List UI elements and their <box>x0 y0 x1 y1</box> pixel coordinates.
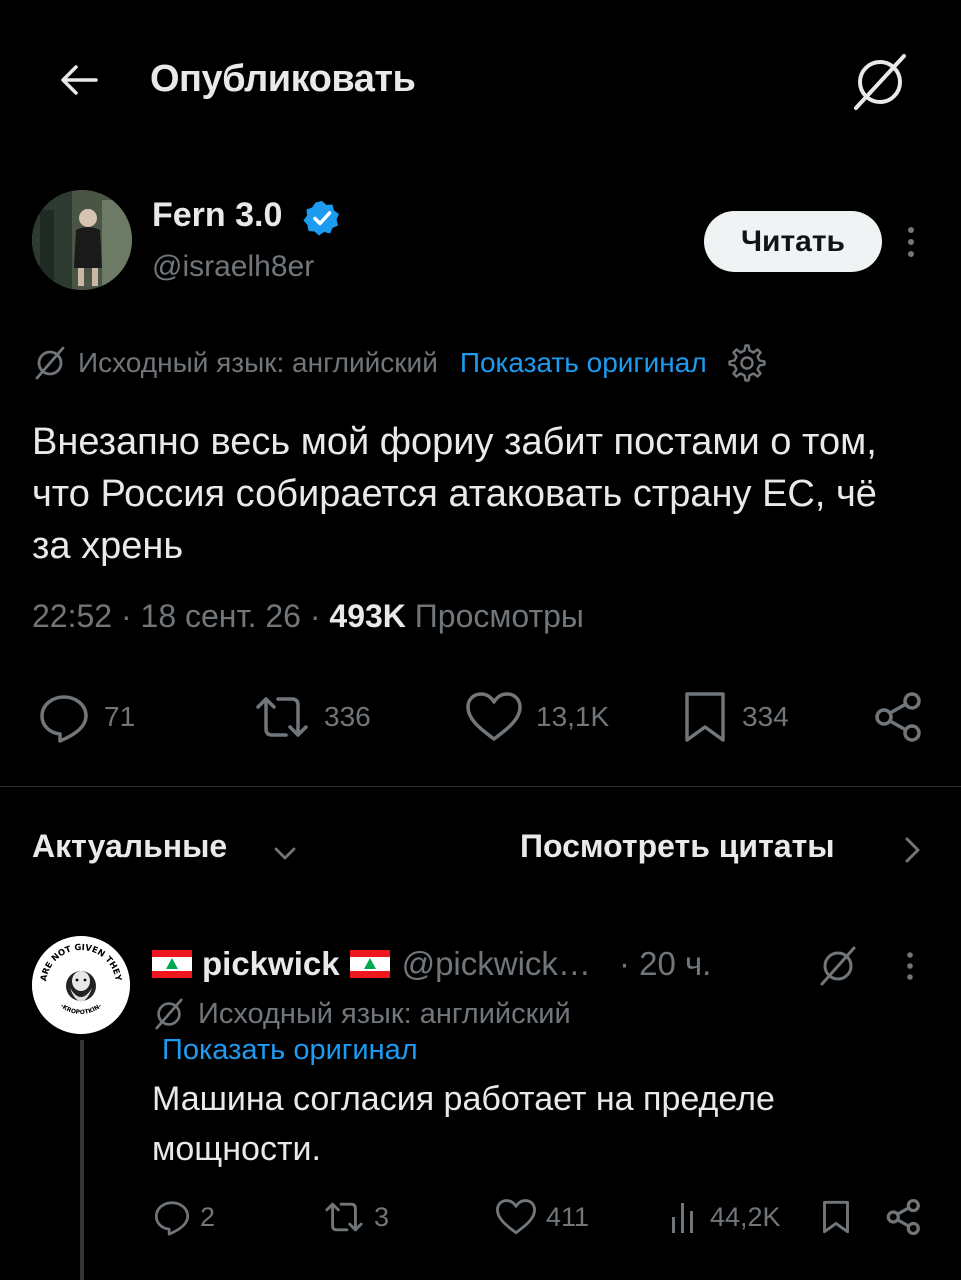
chevron-down-icon[interactable] <box>270 838 300 868</box>
reply-header: pickwick @pickwick… · 20 ч. <box>152 940 711 988</box>
reply-translation-bar: Исходный язык: английский <box>152 994 571 1034</box>
arrow-left-icon <box>61 65 98 95</box>
sort-dropdown[interactable]: Актуальные <box>32 828 227 865</box>
bookmark-button[interactable]: 334 <box>680 680 789 754</box>
reply-count: 71 <box>104 701 136 732</box>
share-icon <box>875 692 921 742</box>
comment-icon <box>154 1201 190 1236</box>
repost-icon <box>325 1202 363 1232</box>
translation-bar: Исходный язык: английский Показать ориги… <box>32 342 767 384</box>
page-title: Опубликовать <box>150 58 416 100</box>
gear-icon[interactable] <box>727 343 767 383</box>
reply-bookmark-button[interactable] <box>820 1192 852 1242</box>
more-vertical-icon <box>908 227 914 257</box>
repost-count: 336 <box>324 701 371 732</box>
grok-reply-button[interactable] <box>816 944 860 988</box>
reply-like-button[interactable]: 411 <box>494 1192 589 1242</box>
top-bar: Опубликовать <box>0 0 961 160</box>
grok-small-icon <box>155 998 183 1030</box>
reply-reply-button[interactable]: 2 <box>152 1192 215 1242</box>
follow-button[interactable]: Читать <box>704 211 882 272</box>
grok-small-icon <box>35 346 65 380</box>
show-original-link[interactable]: Показать оригинал <box>460 347 707 379</box>
chevron-right-icon[interactable] <box>898 834 926 866</box>
share-icon <box>886 1198 920 1236</box>
reply-show-original-link[interactable]: Показать оригинал <box>162 1034 418 1067</box>
reply-share-button[interactable] <box>884 1192 924 1242</box>
translation-label: Исходный язык: английский <box>78 347 438 378</box>
more-options-button[interactable] <box>896 222 926 262</box>
repost-icon <box>256 697 308 737</box>
bookmark-icon <box>823 1200 849 1234</box>
back-button[interactable] <box>52 52 108 108</box>
reply-actions: 2 3 411 44,2K <box>0 1192 961 1242</box>
more-vertical-icon <box>907 952 913 980</box>
post-time: 22:52 <box>32 598 113 634</box>
share-button[interactable] <box>872 680 926 754</box>
reply-views-count: 44,2K <box>710 1201 781 1232</box>
grok-button[interactable] <box>848 50 912 114</box>
grok-icon <box>820 946 856 986</box>
lebanon-flag-icon <box>349 950 390 978</box>
reply-timestamp[interactable]: · 20 ч. <box>619 945 711 983</box>
reply-author-avatar[interactable]: FREEDOMS ARE NOT GIVEN THEY ARE TAKEN -K… <box>32 936 130 1034</box>
lebanon-flag-icon <box>152 950 192 978</box>
heart-icon <box>466 692 522 741</box>
reply-more-button[interactable] <box>898 948 922 984</box>
comment-icon <box>40 695 88 743</box>
reply-like-count: 411 <box>546 1201 590 1232</box>
reply-reply-count: 2 <box>200 1201 216 1232</box>
post-meta: 22:52 · 18 сент. 26 · 493K Просмотры <box>32 598 584 635</box>
reply-repost-button[interactable]: 3 <box>322 1192 389 1242</box>
author-name[interactable]: Fern 3.0 <box>152 196 282 235</box>
post-actions: 71 336 13,1K 334 <box>0 680 961 754</box>
meta-separator: · <box>112 598 141 634</box>
post-text: Внезапно весь мой фориу забит постами о … <box>32 421 877 567</box>
avatar-emblem: FREEDOMS ARE NOT GIVEN THEY ARE TAKEN -K… <box>32 936 130 1034</box>
post-date: 18 сент. 26 <box>140 598 301 634</box>
meta-separator: · <box>300 598 330 634</box>
reply-repost-count: 3 <box>374 1201 390 1232</box>
like-count: 13,1K <box>536 701 610 732</box>
heart-icon <box>495 1199 536 1235</box>
reply-translation-label: Исходный язык: английский <box>198 997 571 1030</box>
reply-views-button[interactable]: 44,2K <box>668 1192 781 1242</box>
bookmark-count: 334 <box>742 701 789 732</box>
reply-button[interactable]: 71 <box>36 680 135 754</box>
view-quotes-link[interactable]: Посмотреть цитаты <box>520 828 835 865</box>
thread-line <box>80 1040 84 1280</box>
repost-button[interactable]: 336 <box>252 680 371 754</box>
views-count[interactable]: 493K <box>329 598 406 634</box>
analytics-icon <box>672 1203 693 1233</box>
reply-author-handle[interactable]: @pickwick… <box>402 945 591 983</box>
avatar-photo <box>32 190 132 290</box>
like-button[interactable]: 13,1K <box>464 680 609 754</box>
grok-icon <box>854 54 906 110</box>
author-avatar[interactable] <box>32 190 132 290</box>
views-label[interactable]: Просмотры <box>406 598 584 634</box>
bookmark-icon <box>685 692 725 742</box>
verified-badge-icon <box>302 198 342 238</box>
reply-author-name[interactable]: pickwick <box>202 945 340 983</box>
reply-text: Машина согласия работает на пределе мощн… <box>152 1080 775 1168</box>
author-handle[interactable]: @israelh8er <box>152 250 314 284</box>
divider <box>0 786 961 787</box>
